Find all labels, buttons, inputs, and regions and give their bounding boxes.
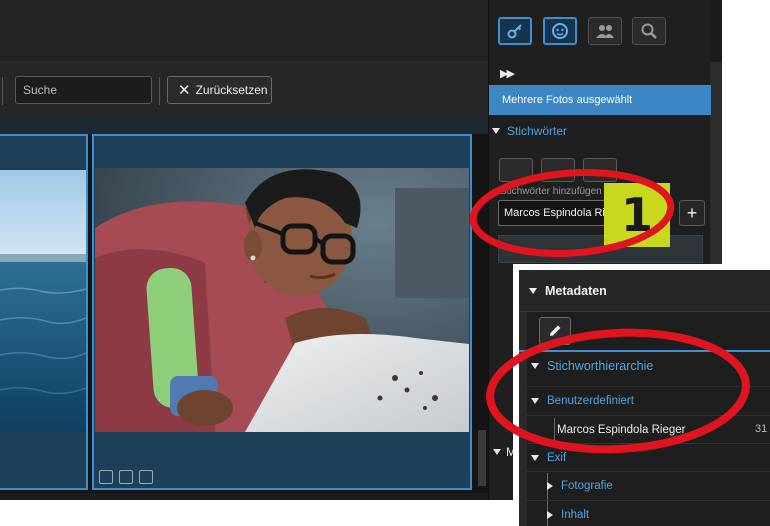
tree-node-keyword-label: Marcos Espindola Rieger (557, 423, 686, 436)
grid-header-strip (0, 118, 488, 134)
keyword-add-label: Stichwörter hinzufügen (500, 186, 602, 197)
chevron-down-icon (493, 449, 501, 455)
grid-scrollbar[interactable] (478, 430, 486, 486)
chevron-right-icon (547, 481, 553, 490)
tree-node-custom[interactable]: Benutzerdefiniert (527, 386, 770, 414)
keyword-list-area[interactable]: ... (498, 235, 703, 263)
zoom-icon-button[interactable] (632, 17, 666, 45)
face-icon (552, 23, 568, 39)
section-keywords-label: Stichwörter (507, 124, 568, 138)
metadata-header[interactable]: Metadaten (519, 270, 770, 312)
keyword-tool-button[interactable] (583, 158, 617, 182)
photo-thumbnail-portrait[interactable] (95, 168, 469, 432)
photo-thumbnail-sea[interactable] (0, 170, 86, 432)
tree-node-keyword[interactable]: Marcos Espindola Rieger (527, 415, 770, 443)
selection-banner: Mehrere Fotos ausgewählt (489, 85, 711, 115)
toolbar-divider (2, 77, 3, 105)
toolbar-divider (159, 77, 160, 105)
face-icon-button[interactable] (543, 17, 577, 45)
people-icon-button[interactable] (588, 17, 622, 45)
keyword-tool-button[interactable] (541, 158, 575, 182)
pencil-icon (550, 325, 561, 336)
screenshot-stage: ✕ Zurücksetzen (0, 0, 770, 526)
flag-icon[interactable] (139, 470, 153, 484)
keyword-hierarchy-label: Stichworthierarchie (547, 359, 654, 373)
tree-node-photography[interactable]: Fotografie (527, 471, 770, 499)
tree-node-custom-label: Benutzerdefiniert (547, 394, 634, 407)
callout-number-badge: 1 (604, 183, 670, 247)
filter-toolbar: ✕ Zurücksetzen (0, 62, 488, 118)
metadata-inset-panel: Metadaten Stichworthierarchie Benutzerde… (513, 264, 770, 526)
reset-button[interactable]: ✕ Zurücksetzen (167, 76, 272, 104)
search-input[interactable] (15, 76, 152, 104)
keyword-hierarchy-section[interactable]: Stichworthierarchie (527, 352, 770, 380)
photo-cell-toolbar (95, 466, 469, 488)
panel-edge (519, 312, 527, 526)
people-icon (596, 25, 614, 38)
tree-node-exif-label: Exif (547, 451, 567, 464)
chevron-down-icon (531, 397, 539, 404)
edit-button[interactable] (539, 317, 571, 345)
key-icon-button[interactable] (498, 17, 532, 45)
tree-node-photography-label: Fotografie (561, 479, 613, 492)
metadata-header-label: Metadaten (545, 283, 607, 298)
top-bar (0, 0, 488, 62)
chevron-down-icon (529, 287, 537, 294)
section-keywords[interactable]: Stichwörter (492, 124, 567, 138)
tree-node-content[interactable]: Inhalt (527, 500, 770, 526)
star-icon[interactable] (99, 470, 113, 484)
reject-icon[interactable] (119, 470, 133, 484)
expand-panel-icon[interactable]: ▶▶ (500, 67, 515, 80)
keyword-tool-button[interactable] (499, 158, 533, 182)
selection-banner-label: Mehrere Fotos ausgewählt (502, 94, 633, 106)
chevron-right-icon (547, 510, 553, 519)
key-icon (507, 24, 522, 39)
chevron-down-icon (492, 128, 500, 134)
tree-node-exif[interactable]: Exif (527, 443, 770, 471)
chevron-down-icon (531, 454, 539, 461)
reset-button-label: Zurücksetzen (195, 83, 268, 97)
keyword-count: 31 (755, 423, 768, 435)
add-keyword-button[interactable]: + (679, 200, 705, 226)
chevron-down-icon (531, 363, 539, 369)
keyword-input[interactable]: Marcos Espindola Rieger (498, 200, 608, 226)
close-icon: ✕ (178, 81, 191, 99)
tree-node-content-label: Inhalt (561, 508, 590, 521)
zoom-icon (641, 23, 657, 39)
